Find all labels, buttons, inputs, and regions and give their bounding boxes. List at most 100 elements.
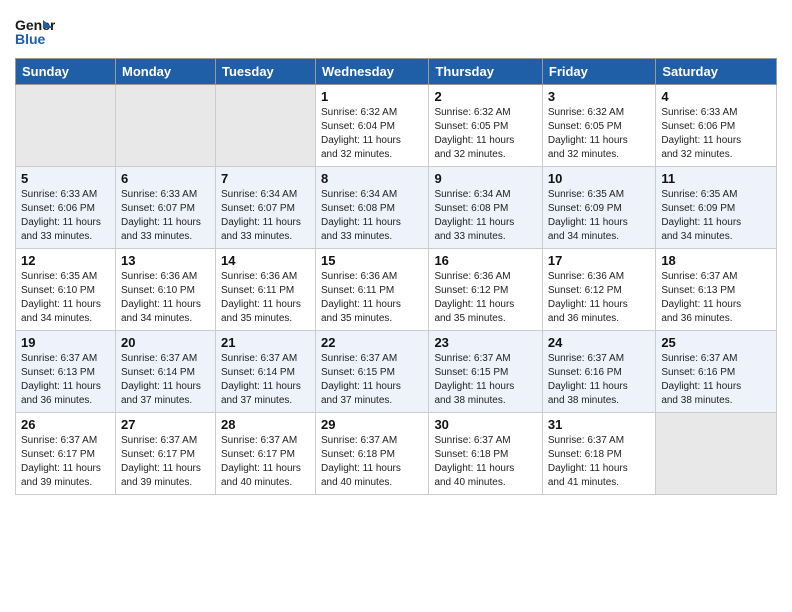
- day-number: 24: [548, 335, 650, 350]
- calendar-cell: [216, 85, 316, 167]
- day-number: 9: [434, 171, 536, 186]
- day-info: Sunrise: 6:36 AM Sunset: 6:12 PM Dayligh…: [434, 270, 536, 326]
- day-number: 1: [321, 89, 423, 104]
- header-saturday: Saturday: [656, 59, 777, 85]
- day-info: Sunrise: 6:34 AM Sunset: 6:07 PM Dayligh…: [221, 188, 310, 244]
- day-number: 22: [321, 335, 423, 350]
- calendar-cell: 6 Sunrise: 6:33 AM Sunset: 6:07 PM Daylig…: [116, 167, 216, 249]
- day-info: Sunrise: 6:34 AM Sunset: 6:08 PM Dayligh…: [321, 188, 423, 244]
- day-info: Sunrise: 6:32 AM Sunset: 6:05 PM Dayligh…: [434, 106, 536, 162]
- day-info: Sunrise: 6:37 AM Sunset: 6:13 PM Dayligh…: [21, 352, 110, 408]
- logo-icon: General Blue: [15, 10, 55, 50]
- header: General Blue: [15, 10, 777, 50]
- day-info: Sunrise: 6:35 AM Sunset: 6:09 PM Dayligh…: [661, 188, 771, 244]
- calendar-cell: 10Sunrise: 6:35 AM Sunset: 6:09 PM Dayli…: [542, 167, 655, 249]
- calendar-cell: 7Sunrise: 6:34 AM Sunset: 6:07 PM Daylig…: [216, 167, 316, 249]
- calendar-cell: 16 Sunrise: 6:36 AM Sunset: 6:12 PM Dayli…: [429, 249, 542, 331]
- day-number: 27: [121, 417, 210, 432]
- day-info: Sunrise: 6:32 AM Sunset: 6:04 PM Dayligh…: [321, 106, 423, 162]
- header-tuesday: Tuesday: [216, 59, 316, 85]
- day-number: 29: [321, 417, 423, 432]
- day-info: Sunrise: 6:37 AM Sunset: 6:17 PM Dayligh…: [221, 434, 310, 490]
- calendar-cell: [116, 85, 216, 167]
- calendar-cell: 22 Sunrise: 6:37 AM Sunset: 6:15 PM Dayli…: [316, 331, 429, 413]
- calendar-cell: 1 Sunrise: 6:32 AM Sunset: 6:04 PM Daylig…: [316, 85, 429, 167]
- calendar-week-row: 1 Sunrise: 6:32 AM Sunset: 6:04 PM Daylig…: [16, 85, 777, 167]
- calendar-cell: 29 Sunrise: 6:37 AM Sunset: 6:18 PM Dayli…: [316, 413, 429, 495]
- calendar-cell: 5Sunrise: 6:33 AM Sunset: 6:06 PM Daylig…: [16, 167, 116, 249]
- calendar-week-row: 12Sunrise: 6:35 AM Sunset: 6:10 PM Dayli…: [16, 249, 777, 331]
- calendar-cell: [16, 85, 116, 167]
- day-number: 2: [434, 89, 536, 104]
- day-info: Sunrise: 6:36 AM Sunset: 6:11 PM Dayligh…: [321, 270, 423, 326]
- calendar-cell: 9 Sunrise: 6:34 AM Sunset: 6:08 PM Daylig…: [429, 167, 542, 249]
- day-info: Sunrise: 6:37 AM Sunset: 6:15 PM Dayligh…: [321, 352, 423, 408]
- day-number: 25: [661, 335, 771, 350]
- calendar-cell: 18Sunrise: 6:37 AM Sunset: 6:13 PM Dayli…: [656, 249, 777, 331]
- calendar-cell: 15Sunrise: 6:36 AM Sunset: 6:11 PM Dayli…: [316, 249, 429, 331]
- day-info: Sunrise: 6:37 AM Sunset: 6:15 PM Dayligh…: [434, 352, 536, 408]
- day-number: 28: [221, 417, 310, 432]
- day-info: Sunrise: 6:37 AM Sunset: 6:16 PM Dayligh…: [661, 352, 771, 408]
- day-number: 18: [661, 253, 771, 268]
- day-info: Sunrise: 6:37 AM Sunset: 6:14 PM Dayligh…: [121, 352, 210, 408]
- calendar-cell: 11 Sunrise: 6:35 AM Sunset: 6:09 PM Dayli…: [656, 167, 777, 249]
- calendar-cell: 3 Sunrise: 6:32 AM Sunset: 6:05 PM Daylig…: [542, 85, 655, 167]
- day-info: Sunrise: 6:36 AM Sunset: 6:12 PM Dayligh…: [548, 270, 650, 326]
- day-number: 10: [548, 171, 650, 186]
- day-info: Sunrise: 6:32 AM Sunset: 6:05 PM Dayligh…: [548, 106, 650, 162]
- calendar-cell: 28 Sunrise: 6:37 AM Sunset: 6:17 PM Dayli…: [216, 413, 316, 495]
- calendar-cell: 4 Sunrise: 6:33 AM Sunset: 6:06 PM Daylig…: [656, 85, 777, 167]
- day-number: 17: [548, 253, 650, 268]
- header-friday: Friday: [542, 59, 655, 85]
- header-wednesday: Wednesday: [316, 59, 429, 85]
- calendar-cell: 31Sunrise: 6:37 AM Sunset: 6:18 PM Dayli…: [542, 413, 655, 495]
- day-info: Sunrise: 6:33 AM Sunset: 6:06 PM Dayligh…: [21, 188, 110, 244]
- day-number: 19: [21, 335, 110, 350]
- day-info: Sunrise: 6:37 AM Sunset: 6:14 PM Dayligh…: [221, 352, 310, 408]
- day-number: 12: [21, 253, 110, 268]
- calendar-cell: 17 Sunrise: 6:36 AM Sunset: 6:12 PM Dayli…: [542, 249, 655, 331]
- calendar-cell: 19 Sunrise: 6:37 AM Sunset: 6:13 PM Dayli…: [16, 331, 116, 413]
- calendar-table: Sunday Monday Tuesday Wednesday Thursday…: [15, 58, 777, 495]
- calendar-cell: 8Sunrise: 6:34 AM Sunset: 6:08 PM Daylig…: [316, 167, 429, 249]
- calendar-cell: 14 Sunrise: 6:36 AM Sunset: 6:11 PM Dayli…: [216, 249, 316, 331]
- day-number: 6: [121, 171, 210, 186]
- day-number: 16: [434, 253, 536, 268]
- calendar-cell: [656, 413, 777, 495]
- calendar-cell: 2 Sunrise: 6:32 AM Sunset: 6:05 PM Daylig…: [429, 85, 542, 167]
- day-info: Sunrise: 6:36 AM Sunset: 6:11 PM Dayligh…: [221, 270, 310, 326]
- calendar-week-row: 5Sunrise: 6:33 AM Sunset: 6:06 PM Daylig…: [16, 167, 777, 249]
- day-info: Sunrise: 6:37 AM Sunset: 6:17 PM Dayligh…: [121, 434, 210, 490]
- calendar-cell: 25 Sunrise: 6:37 AM Sunset: 6:16 PM Dayli…: [656, 331, 777, 413]
- header-monday: Monday: [116, 59, 216, 85]
- day-info: Sunrise: 6:37 AM Sunset: 6:18 PM Dayligh…: [548, 434, 650, 490]
- calendar-cell: 20 Sunrise: 6:37 AM Sunset: 6:14 PM Dayli…: [116, 331, 216, 413]
- day-number: 26: [21, 417, 110, 432]
- logo: General Blue: [15, 10, 59, 50]
- day-info: Sunrise: 6:36 AM Sunset: 6:10 PM Dayligh…: [121, 270, 210, 326]
- day-number: 21: [221, 335, 310, 350]
- day-number: 23: [434, 335, 536, 350]
- day-info: Sunrise: 6:37 AM Sunset: 6:16 PM Dayligh…: [548, 352, 650, 408]
- day-number: 4: [661, 89, 771, 104]
- calendar-cell: 24 Sunrise: 6:37 AM Sunset: 6:16 PM Dayli…: [542, 331, 655, 413]
- calendar-cell: 13Sunrise: 6:36 AM Sunset: 6:10 PM Dayli…: [116, 249, 216, 331]
- day-info: Sunrise: 6:33 AM Sunset: 6:06 PM Dayligh…: [661, 106, 771, 162]
- day-info: Sunrise: 6:37 AM Sunset: 6:18 PM Dayligh…: [321, 434, 423, 490]
- calendar-header-row: Sunday Monday Tuesday Wednesday Thursday…: [16, 59, 777, 85]
- calendar-cell: 30 Sunrise: 6:37 AM Sunset: 6:18 PM Dayli…: [429, 413, 542, 495]
- header-thursday: Thursday: [429, 59, 542, 85]
- day-info: Sunrise: 6:37 AM Sunset: 6:18 PM Dayligh…: [434, 434, 536, 490]
- page: General Blue Sunday Monday Tuesday Wedne…: [0, 0, 792, 505]
- calendar-week-row: 26 Sunrise: 6:37 AM Sunset: 6:17 PM Dayli…: [16, 413, 777, 495]
- calendar-cell: 12Sunrise: 6:35 AM Sunset: 6:10 PM Dayli…: [16, 249, 116, 331]
- day-number: 14: [221, 253, 310, 268]
- day-info: Sunrise: 6:34 AM Sunset: 6:08 PM Dayligh…: [434, 188, 536, 244]
- day-number: 20: [121, 335, 210, 350]
- day-info: Sunrise: 6:33 AM Sunset: 6:07 PM Dayligh…: [121, 188, 210, 244]
- day-number: 11: [661, 171, 771, 186]
- calendar-week-row: 19 Sunrise: 6:37 AM Sunset: 6:13 PM Dayli…: [16, 331, 777, 413]
- day-number: 3: [548, 89, 650, 104]
- day-number: 30: [434, 417, 536, 432]
